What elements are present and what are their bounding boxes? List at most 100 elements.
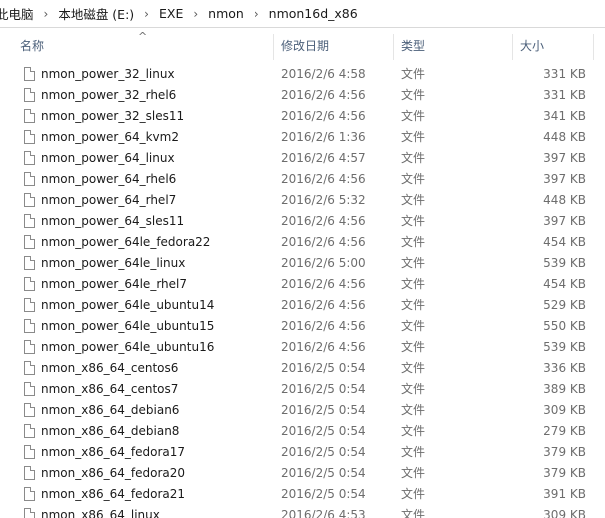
file-date: 2016/2/6 4:56	[281, 277, 366, 291]
file-name: nmon_power_32_linux	[41, 67, 175, 81]
file-row[interactable]: nmon_power_64le_ubuntu14 2016/2/6 4:56 文件 5…	[0, 295, 605, 316]
file-row[interactable]: nmon_power_64le_linux 2016/2/6 5:00 文件 539 …	[0, 253, 605, 274]
file-size: 389 KB	[543, 382, 586, 396]
column-divider[interactable]	[393, 34, 394, 60]
file-icon	[24, 109, 35, 123]
file-icon	[24, 466, 35, 480]
file-name: nmon_x86_64_fedora21	[41, 487, 186, 501]
file-size: 331 KB	[543, 88, 586, 102]
file-row[interactable]: nmon_power_32_rhel6 2016/2/6 4:56 文件 331 KB	[0, 85, 605, 106]
column-divider[interactable]	[512, 34, 513, 60]
column-header-type[interactable]: 类型	[395, 37, 425, 57]
file-row[interactable]: nmon_power_64_rhel7 2016/2/6 5:32 文件 448 KB	[0, 190, 605, 211]
file-name: nmon_power_64_sles11	[41, 214, 185, 228]
file-row[interactable]: nmon_power_64_kvm2 2016/2/6 1:36 文件 448 KB	[0, 127, 605, 148]
breadcrumb-item-exe[interactable]: EXE	[155, 6, 187, 21]
file-size: 454 KB	[543, 277, 586, 291]
file-size: 309 KB	[543, 508, 586, 518]
file-row[interactable]: nmon_power_64le_fedora22 2016/2/6 4:56 文件 4…	[0, 232, 605, 253]
file-size: 397 KB	[543, 214, 586, 228]
file-date: 2016/2/5 0:54	[281, 466, 366, 480]
file-size: 309 KB	[543, 403, 586, 417]
column-divider[interactable]	[273, 34, 274, 60]
file-row[interactable]: nmon_x86_64_centos6 2016/2/5 0:54 文件 336 KB	[0, 358, 605, 379]
column-header-date[interactable]: 修改日期	[275, 37, 329, 57]
file-icon	[24, 172, 35, 186]
file-row[interactable]: nmon_x86_64_fedora17 2016/2/5 0:54 文件 379 K…	[0, 442, 605, 463]
file-date: 2016/2/6 4:56	[281, 109, 366, 123]
file-type: 文件	[401, 445, 426, 459]
file-icon	[24, 151, 35, 165]
file-row[interactable]: nmon_x86_64_fedora21 2016/2/5 0:54 文件 391 K…	[0, 484, 605, 505]
file-row[interactable]: nmon_power_32_sles11 2016/2/6 4:56 文件 341 K…	[0, 106, 605, 127]
file-size: 341 KB	[543, 109, 586, 123]
file-icon	[24, 67, 35, 81]
file-type: 文件	[401, 424, 426, 438]
file-row[interactable]: nmon_x86_64_debian8 2016/2/5 0:54 文件 279 KB	[0, 421, 605, 442]
file-row[interactable]: nmon_x86_64_centos7 2016/2/5 0:54 文件 389 KB	[0, 379, 605, 400]
file-type: 文件	[401, 382, 426, 396]
file-row[interactable]: nmon_x86_64_linux 2016/2/6 4:53 文件 309 KB	[0, 505, 605, 518]
file-icon	[24, 277, 35, 291]
file-size: 379 KB	[543, 445, 586, 459]
file-row[interactable]: nmon_power_64_linux 2016/2/6 4:57 文件 397 KB	[0, 148, 605, 169]
file-icon	[24, 445, 35, 459]
breadcrumb-item-this-pc[interactable]: 此电脑	[0, 4, 38, 23]
file-type: 文件	[401, 466, 426, 480]
file-type: 文件	[401, 130, 426, 144]
file-icon	[24, 382, 35, 396]
column-divider[interactable]	[593, 34, 594, 60]
column-header: ^ 名称 修改日期 类型 大小	[0, 30, 605, 61]
breadcrumb-item-nmon[interactable]: nmon	[204, 6, 248, 21]
file-size: 379 KB	[543, 466, 586, 480]
file-row[interactable]: nmon_power_64le_ubuntu16 2016/2/6 4:56 文件 5…	[0, 337, 605, 358]
file-row[interactable]: nmon_x86_64_fedora20 2016/2/5 0:54 文件 379 K…	[0, 463, 605, 484]
file-icon	[24, 487, 35, 501]
file-name: nmon_power_64le_ubuntu16	[41, 340, 215, 354]
file-name: nmon_power_64le_fedora22	[41, 235, 211, 249]
file-size: 539 KB	[543, 256, 586, 270]
file-date: 2016/2/6 4:53	[281, 508, 366, 518]
file-row[interactable]: nmon_power_64le_rhel7 2016/2/6 4:56 文件 454 …	[0, 274, 605, 295]
file-type: 文件	[401, 67, 426, 81]
file-row[interactable]: nmon_power_64_rhel6 2016/2/6 4:56 文件 397 KB	[0, 169, 605, 190]
file-type: 文件	[401, 88, 426, 102]
file-row[interactable]: nmon_power_64le_ubuntu15 2016/2/6 4:56 文件 5…	[0, 316, 605, 337]
file-date: 2016/2/6 4:56	[281, 172, 366, 186]
file-date: 2016/2/6 4:56	[281, 235, 366, 249]
file-name: nmon_power_64le_ubuntu15	[41, 319, 215, 333]
chevron-right-icon[interactable]: ›	[38, 7, 55, 21]
file-type: 文件	[401, 109, 426, 123]
chevron-right-icon[interactable]: ›	[187, 7, 204, 21]
file-date: 2016/2/5 0:54	[281, 403, 366, 417]
chevron-right-icon[interactable]: ›	[248, 7, 265, 21]
file-row[interactable]: nmon_power_64_sles11 2016/2/6 4:56 文件 397 K…	[0, 211, 605, 232]
file-date: 2016/2/5 0:54	[281, 424, 366, 438]
file-type: 文件	[401, 151, 426, 165]
file-icon	[24, 130, 35, 144]
file-icon	[24, 88, 35, 102]
file-type: 文件	[401, 319, 426, 333]
file-name: nmon_power_64le_rhel7	[41, 277, 187, 291]
file-type: 文件	[401, 508, 426, 518]
file-type: 文件	[401, 277, 426, 291]
column-header-size[interactable]: 大小	[514, 37, 544, 57]
file-type: 文件	[401, 193, 426, 207]
file-date: 2016/2/5 0:54	[281, 487, 366, 501]
file-name: nmon_power_64_kvm2	[41, 130, 179, 144]
file-row[interactable]: nmon_power_32_linux 2016/2/6 4:58 文件 331 KB	[0, 64, 605, 85]
file-name: nmon_x86_64_debian8	[41, 424, 180, 438]
chevron-right-icon[interactable]: ›	[138, 7, 155, 21]
file-type: 文件	[401, 172, 426, 186]
column-header-name[interactable]: 名称	[14, 37, 44, 57]
file-icon	[24, 340, 35, 354]
file-row[interactable]: nmon_x86_64_debian6 2016/2/5 0:54 文件 309 KB	[0, 400, 605, 421]
file-icon	[24, 319, 35, 333]
file-icon	[24, 193, 35, 207]
file-type: 文件	[401, 214, 426, 228]
breadcrumb-item-nmon16d-x86[interactable]: nmon16d_x86	[265, 6, 362, 21]
breadcrumb: 此电脑 › 本地磁盘 (E:) › EXE › nmon › nmon16d_x…	[0, 0, 605, 28]
file-size: 529 KB	[543, 298, 586, 312]
breadcrumb-item-drive-e[interactable]: 本地磁盘 (E:)	[54, 4, 138, 23]
file-icon	[24, 256, 35, 270]
